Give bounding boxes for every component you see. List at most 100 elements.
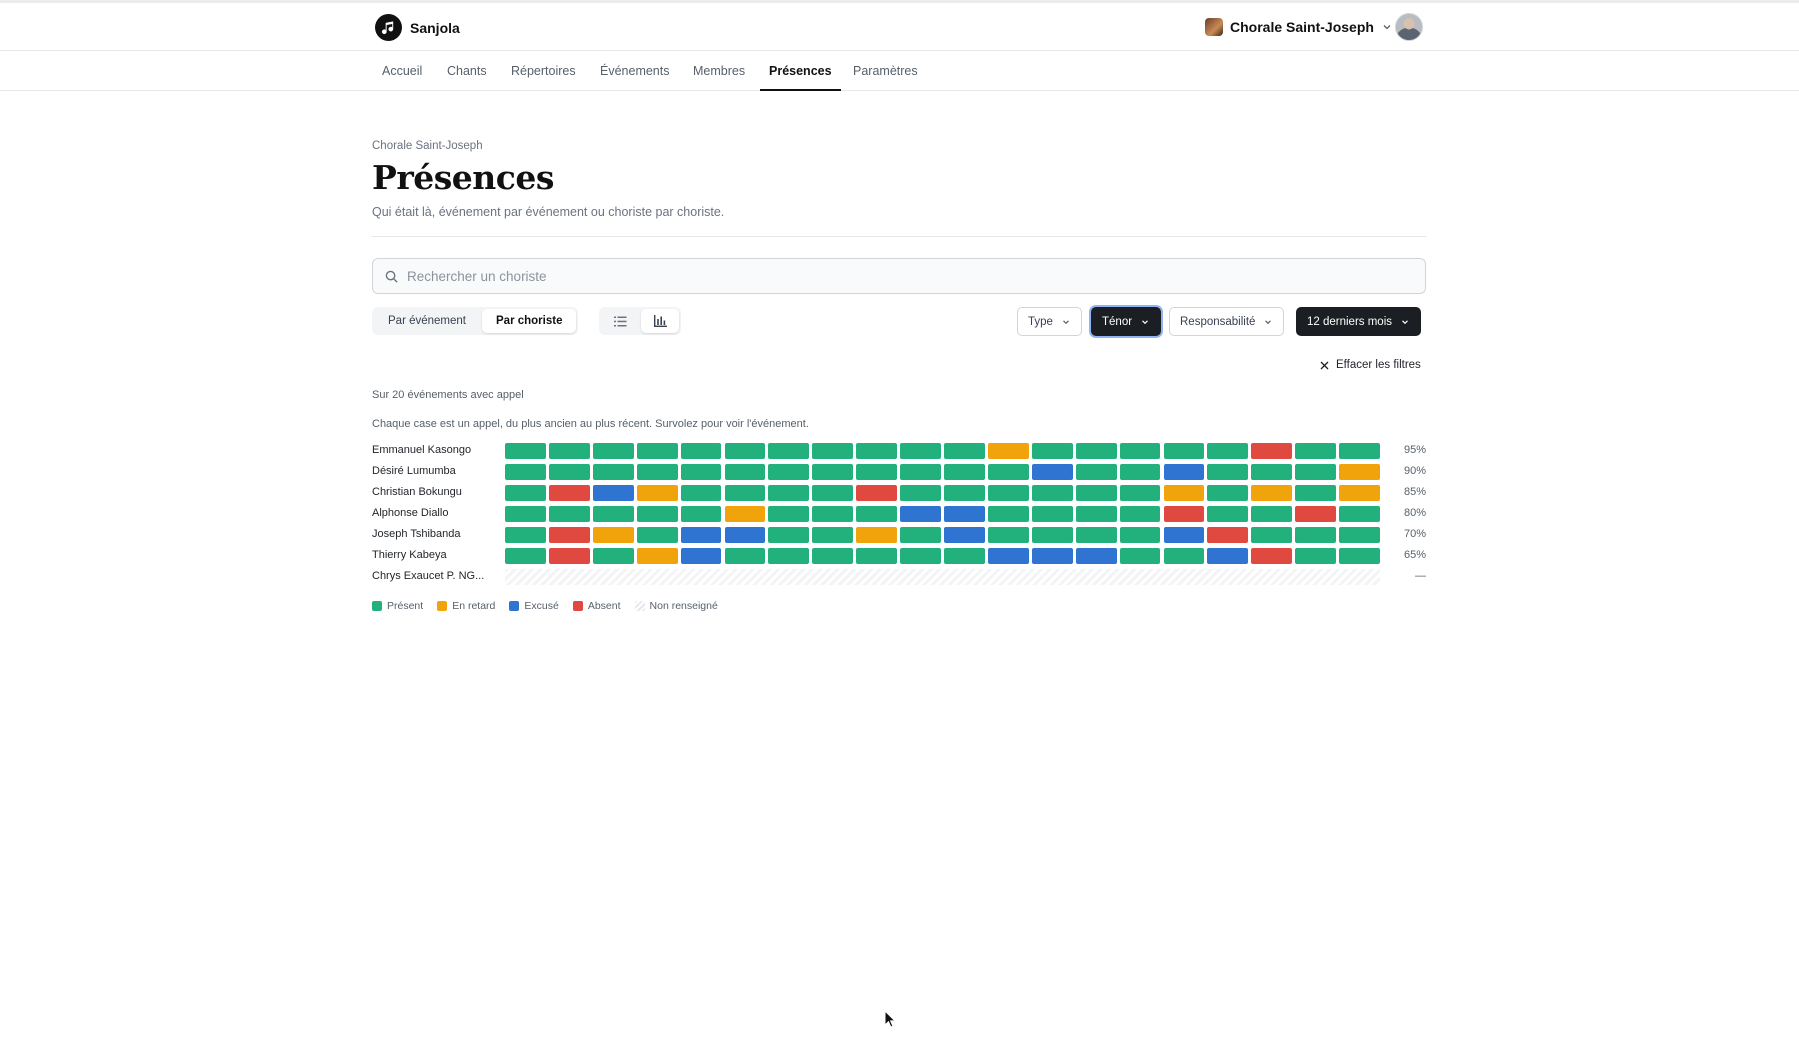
cell-present[interactable] [636, 506, 678, 522]
cell-present[interactable] [636, 464, 678, 480]
cell-present[interactable] [1163, 548, 1205, 564]
brand[interactable]: Sanjola [375, 14, 460, 41]
cell-excused[interactable] [724, 527, 766, 543]
cell-absent[interactable] [548, 548, 590, 564]
cell-present[interactable] [1031, 443, 1073, 459]
cell-present[interactable] [505, 464, 546, 480]
cell-excused[interactable] [1031, 548, 1073, 564]
cell-present[interactable] [548, 443, 590, 459]
cell-late[interactable] [987, 443, 1029, 459]
cell-present[interactable] [680, 506, 722, 522]
cell-excused[interactable] [900, 506, 941, 522]
cell-present[interactable] [900, 485, 941, 501]
nav-presences[interactable]: Présences [760, 52, 841, 91]
cell-present[interactable] [724, 443, 766, 459]
member-name[interactable]: Joseph Tshibanda [372, 528, 498, 540]
cell-present[interactable] [944, 548, 985, 564]
cell-present[interactable] [1207, 443, 1249, 459]
cell-present[interactable] [1163, 443, 1205, 459]
cell-present[interactable] [1251, 527, 1293, 543]
cell-present[interactable] [724, 485, 766, 501]
cell-present[interactable] [768, 506, 810, 522]
cell-late[interactable] [1163, 485, 1205, 501]
cell-excused[interactable] [1031, 464, 1073, 480]
cell-absent[interactable] [1251, 548, 1293, 564]
cell-present[interactable] [812, 464, 854, 480]
cell-present[interactable] [768, 527, 810, 543]
cell-present[interactable] [1295, 527, 1337, 543]
nav-membres[interactable]: Membres [684, 52, 754, 91]
cell-present[interactable] [1251, 464, 1293, 480]
cell-present[interactable] [1251, 506, 1293, 522]
cell-present[interactable] [768, 548, 810, 564]
nav-accueil[interactable]: Accueil [373, 52, 431, 91]
cell-present[interactable] [1295, 548, 1337, 564]
type-filter[interactable]: Type [1017, 307, 1082, 336]
cell-present[interactable] [592, 464, 634, 480]
cell-absent[interactable] [1251, 443, 1293, 459]
cell-present[interactable] [1207, 464, 1249, 480]
cell-present[interactable] [1295, 485, 1337, 501]
cell-present[interactable] [1339, 527, 1380, 543]
cell-present[interactable] [812, 506, 854, 522]
cell-excused[interactable] [987, 548, 1029, 564]
nav-chants[interactable]: Chants [438, 52, 496, 91]
cell-present[interactable] [680, 464, 722, 480]
cell-present[interactable] [768, 443, 810, 459]
cell-present[interactable] [900, 443, 941, 459]
nav-parametres[interactable]: Paramètres [844, 52, 927, 91]
cell-present[interactable] [1031, 527, 1073, 543]
cell-present[interactable] [944, 443, 985, 459]
user-avatar[interactable] [1395, 13, 1423, 41]
view-by-event-button[interactable]: Par événement [374, 309, 480, 333]
cell-present[interactable] [724, 548, 766, 564]
cell-late[interactable] [1339, 485, 1380, 501]
cell-present[interactable] [987, 485, 1029, 501]
chart-view-button[interactable] [641, 309, 679, 333]
cell-present[interactable] [680, 443, 722, 459]
cell-present[interactable] [592, 443, 634, 459]
member-name[interactable]: Thierry Kabeya [372, 549, 498, 561]
cell-present[interactable] [505, 485, 546, 501]
cell-present[interactable] [944, 464, 985, 480]
cell-present[interactable] [1075, 485, 1117, 501]
cell-present[interactable] [1119, 506, 1161, 522]
cell-absent[interactable] [1207, 527, 1249, 543]
cell-excused[interactable] [1163, 464, 1205, 480]
member-name[interactable]: Christian Bokungu [372, 486, 498, 498]
cell-present[interactable] [1031, 506, 1073, 522]
cell-present[interactable] [592, 548, 634, 564]
cell-excused[interactable] [944, 527, 985, 543]
cell-present[interactable] [505, 506, 546, 522]
breadcrumb[interactable]: Chorale Saint-Joseph [372, 140, 483, 152]
cell-present[interactable] [505, 548, 546, 564]
cell-present[interactable] [548, 506, 590, 522]
cell-present[interactable] [1119, 527, 1161, 543]
organization-switcher[interactable]: Chorale Saint-Joseph [1205, 18, 1393, 36]
cell-present[interactable] [1207, 485, 1249, 501]
cell-present[interactable] [1075, 527, 1117, 543]
cell-present[interactable] [592, 506, 634, 522]
cell-present[interactable] [1075, 464, 1117, 480]
cell-present[interactable] [1295, 443, 1337, 459]
cell-present[interactable] [548, 464, 590, 480]
nav-repertoires[interactable]: Répertoires [502, 52, 585, 91]
cell-absent[interactable] [856, 485, 898, 501]
cell-present[interactable] [1119, 485, 1161, 501]
cell-late[interactable] [724, 506, 766, 522]
list-view-button[interactable] [601, 309, 639, 333]
cell-present[interactable] [1339, 548, 1380, 564]
cell-excused[interactable] [1163, 527, 1205, 543]
cell-late[interactable] [636, 548, 678, 564]
cell-present[interactable] [636, 443, 678, 459]
cell-present[interactable] [1207, 506, 1249, 522]
cell-excused[interactable] [944, 506, 985, 522]
member-name[interactable]: Emmanuel Kasongo [372, 444, 498, 456]
cell-present[interactable] [1075, 506, 1117, 522]
cell-absent[interactable] [1295, 506, 1337, 522]
cell-absent[interactable] [548, 485, 590, 501]
period-filter[interactable]: 12 derniers mois [1296, 307, 1422, 336]
cell-present[interactable] [900, 527, 941, 543]
cell-present[interactable] [1339, 443, 1380, 459]
cell-present[interactable] [1031, 485, 1073, 501]
